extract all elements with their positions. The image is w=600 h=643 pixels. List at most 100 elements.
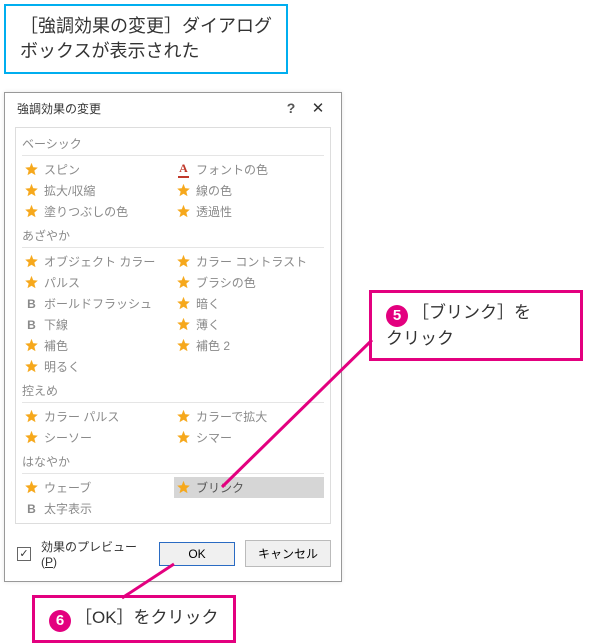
effect-label: 拡大/収縮 xyxy=(44,182,95,199)
effect-item[interactable]: 暗く xyxy=(174,293,324,314)
effect-item[interactable]: ブリンク xyxy=(174,477,324,498)
effect-label: 暗く xyxy=(196,295,220,312)
effect-label: オブジェクト カラー xyxy=(44,253,155,270)
star-icon xyxy=(176,409,191,424)
callout-6-text: ［OK］をクリック xyxy=(75,608,219,627)
effect-item[interactable]: B 太字表示 xyxy=(22,498,172,519)
annotation-line2: ボックスが表示された xyxy=(20,39,272,64)
effect-label: 薄く xyxy=(196,316,220,333)
effect-label: フォントの色 xyxy=(196,161,268,178)
category-vivid: あざやか xyxy=(22,222,324,248)
effect-item[interactable]: スピン xyxy=(22,159,172,180)
effect-label: 補色 xyxy=(44,337,68,354)
star-icon xyxy=(176,183,191,198)
category-basic: ベーシック xyxy=(22,130,324,156)
callout-5-text-1: ［ブリンク］を xyxy=(412,303,531,322)
effect-item[interactable]: 明るく xyxy=(22,356,172,377)
category-ornate: はなやか xyxy=(22,448,324,474)
close-button[interactable]: ✕ xyxy=(303,99,333,117)
star-icon xyxy=(24,409,39,424)
star-icon xyxy=(24,162,39,177)
effect-label: ブリンク xyxy=(196,479,244,496)
callout-5-number: 5 xyxy=(386,305,408,327)
star-icon xyxy=(176,480,191,495)
effect-item[interactable]: 透過性 xyxy=(174,201,324,222)
bold-icon: B xyxy=(24,296,39,311)
grid-vivid: オブジェクト カラー カラー コントラストパルス ブラシの色 B ボールドフラッシュ 暗く… xyxy=(22,251,324,377)
star-icon xyxy=(24,275,39,290)
annotation-line1: ［強調効果の変更］ダイアログ xyxy=(20,14,272,39)
star-icon xyxy=(24,430,39,445)
effect-label: 線の色 xyxy=(196,182,232,199)
change-emphasis-dialog: 強調効果の変更 ? ✕ ベーシック スピン A フォントの色拡大/収縮 線の色塗りつぶ… xyxy=(4,92,342,582)
effect-label: ブラシの色 xyxy=(196,274,256,291)
effect-label: カラーで拡大 xyxy=(196,408,267,425)
star-icon xyxy=(24,183,39,198)
callout-5: 5［ブリンク］を クリック xyxy=(369,290,583,361)
effect-item[interactable]: B ボールドフラッシュ xyxy=(22,293,172,314)
effects-listbox: ベーシック スピンAフォントの色拡大/収縮線の色塗りつぶしの色透過性 あざやか … xyxy=(15,127,331,524)
grid-subtle: カラー パルス カラーで拡大シーソー シマー xyxy=(22,406,324,448)
effect-label: 太字表示 xyxy=(44,500,92,517)
effect-item[interactable]: シーソー xyxy=(22,427,172,448)
effect-label: パルス xyxy=(44,274,80,291)
effect-label: 塗りつぶしの色 xyxy=(44,203,128,220)
effect-label: シーソー xyxy=(44,429,92,446)
effect-item[interactable]: ブラシの色 xyxy=(174,272,324,293)
dialog-title: 強調効果の変更 xyxy=(17,100,279,117)
effect-item[interactable]: 拡大/収縮 xyxy=(22,180,172,201)
effect-item[interactable]: 塗りつぶしの色 xyxy=(22,201,172,222)
star-icon xyxy=(176,430,191,445)
dialog-titlebar: 強調効果の変更 ? ✕ xyxy=(5,93,341,123)
font-color-icon: A xyxy=(176,162,191,177)
callout-6-number: 6 xyxy=(49,610,71,632)
effect-label: カラー パルス xyxy=(44,408,119,425)
effect-item[interactable]: カラー パルス xyxy=(22,406,172,427)
effect-label: 透過性 xyxy=(196,203,232,220)
callout-6: 6［OK］をクリック xyxy=(32,595,236,643)
effect-label: スピン xyxy=(44,161,80,178)
effect-label: 下線 xyxy=(44,316,68,333)
effect-item[interactable]: ウェーブ xyxy=(22,477,172,498)
help-button[interactable]: ? xyxy=(279,100,303,116)
star-icon xyxy=(24,204,39,219)
cancel-button[interactable]: キャンセル xyxy=(245,540,331,567)
star-icon xyxy=(176,317,191,332)
dialog-body: ベーシック スピンAフォントの色拡大/収縮線の色塗りつぶしの色透過性 あざやか … xyxy=(5,123,341,528)
annotation-top: ［強調効果の変更］ダイアログ ボックスが表示された xyxy=(4,4,288,74)
star-icon xyxy=(176,254,191,269)
effect-item[interactable]: カラー コントラスト xyxy=(174,251,324,272)
preview-checkbox[interactable]: ✓ xyxy=(17,547,31,561)
grid-ornate: ウェーブ ブリンク B 太字表示 xyxy=(22,477,324,519)
preview-label[interactable]: 効果のプレビュー(P) xyxy=(41,538,149,569)
star-icon xyxy=(176,275,191,290)
effect-item[interactable]: B 下線 xyxy=(22,314,172,335)
star-icon xyxy=(24,254,39,269)
effect-item[interactable]: 薄く xyxy=(174,314,324,335)
effect-label: 明るく xyxy=(44,358,80,375)
callout-5-text-2: クリック xyxy=(386,329,454,348)
effect-label: ウェーブ xyxy=(44,479,91,496)
bold-icon: B xyxy=(24,501,39,516)
effect-item[interactable]: シマー xyxy=(174,427,324,448)
star-icon xyxy=(24,480,39,495)
bold-icon: B xyxy=(24,317,39,332)
effect-item[interactable]: A フォントの色 xyxy=(174,159,324,180)
effect-item[interactable]: 補色 xyxy=(22,335,172,356)
effect-item[interactable]: カラーで拡大 xyxy=(174,406,324,427)
star-icon xyxy=(176,296,191,311)
star-icon xyxy=(176,338,191,353)
star-icon xyxy=(24,359,39,374)
ok-button[interactable]: OK xyxy=(159,542,235,566)
effect-item[interactable]: パルス xyxy=(22,272,172,293)
effect-label: ボールドフラッシュ xyxy=(44,295,152,312)
effect-label: シマー xyxy=(196,429,232,446)
effect-item[interactable]: 線の色 xyxy=(174,180,324,201)
effect-item[interactable]: 補色 2 xyxy=(174,335,324,356)
dialog-footer: ✓ 効果のプレビュー(P) OK キャンセル xyxy=(5,528,341,581)
grid-basic: スピン A フォントの色拡大/収縮 線の色塗りつぶしの色 透過性 xyxy=(22,159,324,222)
effect-item[interactable]: オブジェクト カラー xyxy=(22,251,172,272)
category-subtle: 控えめ xyxy=(22,377,324,403)
effect-label: カラー コントラスト xyxy=(196,253,307,270)
star-icon xyxy=(176,204,191,219)
